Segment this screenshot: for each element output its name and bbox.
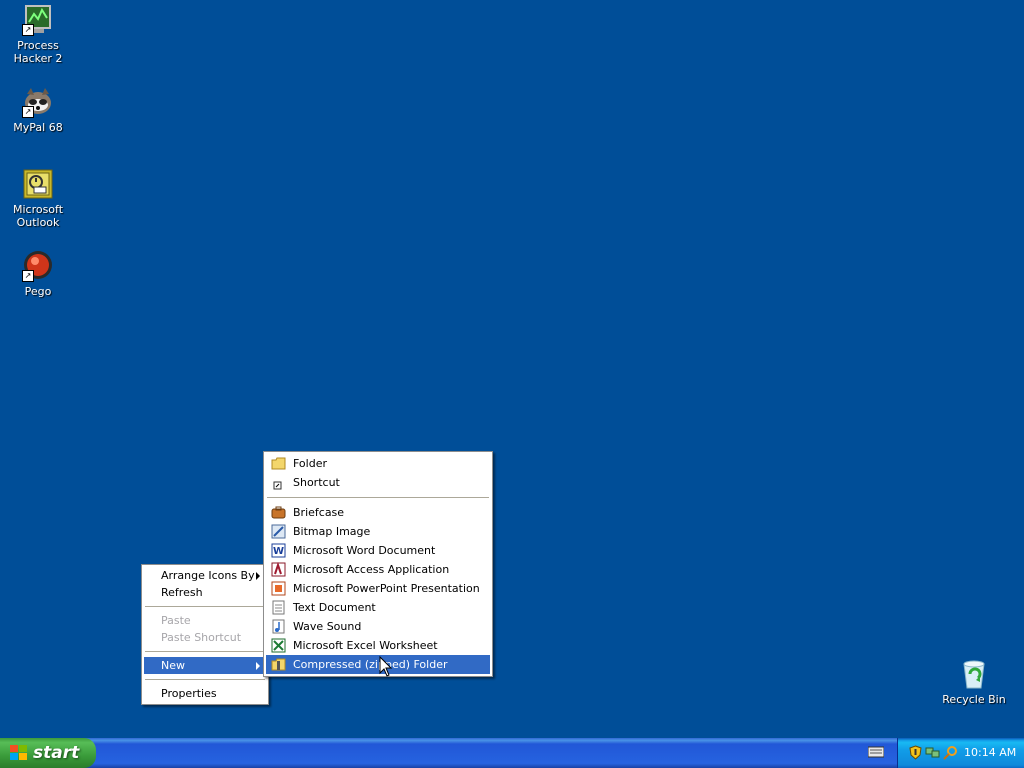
system-tray: 10:14 AM [897, 738, 1024, 768]
menu-item-properties[interactable]: Properties [144, 685, 266, 702]
shortcut-arrow-icon: ↗ [22, 270, 34, 282]
excel-icon [271, 638, 286, 653]
new-submenu: Folder Shortcut Briefcase Bitmap Image W… [263, 451, 493, 677]
svg-text:W: W [273, 546, 284, 557]
bitmap-icon [271, 524, 286, 539]
new-item-briefcase[interactable]: Briefcase [266, 503, 490, 522]
windows-flag-icon [10, 745, 27, 760]
folder-icon [271, 456, 286, 471]
new-item-text-document[interactable]: Text Document [266, 598, 490, 617]
process-hacker-icon: ↗ [22, 4, 54, 36]
new-item-powerpoint-presentation[interactable]: Microsoft PowerPoint Presentation [266, 579, 490, 598]
briefcase-icon [271, 505, 286, 520]
new-item-folder[interactable]: Folder [266, 454, 490, 473]
mypal-icon: ↗ [22, 86, 54, 118]
shortcut-arrow-icon: ↗ [22, 106, 34, 118]
menu-item-arrange-icons-by[interactable]: Arrange Icons By [144, 567, 266, 584]
wave-sound-icon [271, 619, 286, 634]
desktop-icon-pego[interactable]: ↗ Pego [0, 250, 78, 298]
access-icon [271, 561, 286, 577]
new-item-bitmap-image[interactable]: Bitmap Image [266, 522, 490, 541]
pego-icon: ↗ [22, 250, 54, 282]
powerpoint-icon [271, 581, 286, 596]
mouse-cursor-icon [379, 656, 393, 677]
search-icon[interactable] [943, 745, 958, 760]
keyboard-icon[interactable] [868, 746, 884, 758]
network-icon[interactable] [925, 745, 940, 760]
menu-item-paste: Paste [161, 614, 191, 627]
menu-separator [145, 606, 265, 607]
start-label: start [33, 743, 80, 763]
text-document-icon [271, 600, 286, 615]
new-item-wave-sound[interactable]: Wave Sound [266, 617, 490, 636]
desktop-icon-label: MyPal 68 [13, 121, 63, 134]
new-item-shortcut[interactable]: Shortcut [266, 473, 490, 492]
desktop-icon-outlook[interactable]: Microsoft Outlook [0, 168, 78, 229]
start-button[interactable]: start [0, 738, 96, 768]
desktop-icon-label: Process Hacker 2 [13, 39, 63, 65]
taskbar: start 10:14 AM [0, 738, 1024, 768]
desktop-icon-recycle-bin[interactable]: Recycle Bin [934, 658, 1014, 706]
new-item-compressed-folder[interactable]: Compressed (zipped) Folder [266, 655, 490, 674]
word-icon: W [271, 543, 286, 558]
recycle-bin-icon [958, 658, 990, 690]
shortcut-arrow-icon: ↗ [22, 24, 34, 36]
new-item-excel-worksheet[interactable]: Microsoft Excel Worksheet [266, 636, 490, 655]
submenu-arrow-icon [256, 572, 260, 580]
desktop-icon-label: Recycle Bin [942, 693, 1006, 706]
desktop-icon-label: Microsoft Outlook [12, 203, 64, 229]
menu-separator [267, 497, 489, 498]
desktop-icon-process-hacker[interactable]: ↗ Process Hacker 2 [0, 4, 78, 65]
shortcut-icon [271, 475, 286, 490]
new-item-access-application[interactable]: Microsoft Access Application [266, 560, 490, 579]
submenu-arrow-icon [256, 662, 260, 670]
desktop-icon-mypal[interactable]: ↗ MyPal 68 [0, 86, 78, 134]
menu-separator [145, 651, 265, 652]
menu-item-new[interactable]: New [144, 657, 266, 674]
menu-separator [145, 679, 265, 680]
menu-item-paste-shortcut: Paste Shortcut [161, 631, 242, 644]
new-item-word-document[interactable]: W Microsoft Word Document [266, 541, 490, 560]
desktop-icon-label: Pego [24, 285, 52, 298]
clock[interactable]: 10:14 AM [964, 738, 1016, 768]
menu-item-refresh[interactable]: Refresh [144, 584, 266, 601]
desktop-context-menu: Arrange Icons By Refresh Paste Paste Sho… [141, 564, 269, 705]
security-shield-icon[interactable] [908, 745, 923, 760]
zip-folder-icon [271, 657, 286, 672]
outlook-icon [22, 168, 54, 200]
